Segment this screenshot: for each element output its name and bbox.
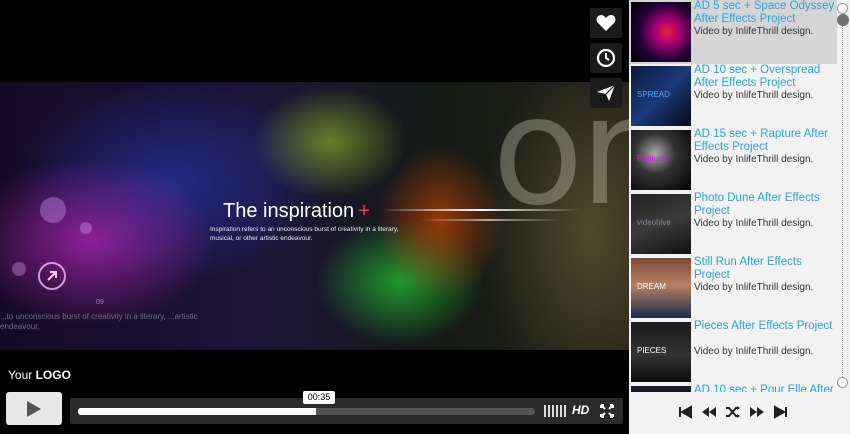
bokeh-light	[12, 262, 26, 276]
video-body-text: Inspiration refers to an unconscious bur…	[210, 226, 399, 242]
control-bar: HD	[70, 398, 623, 424]
logo-prefix: Your	[8, 368, 33, 382]
playlist-item[interactable]: AD 10 sec + Pour Elle After Effects Proj…	[629, 384, 837, 392]
playlist-items: AD 5 sec + Space Odyssey After Effects P…	[629, 0, 837, 392]
playlist-thumbnail[interactable]: PIECES	[631, 322, 691, 382]
thumbnail-label: DREAM	[637, 282, 666, 291]
playlist-item-author: Video by InlifeThrill design.	[694, 346, 814, 357]
playlist-item-author: Video by InlifeThrill design.	[694, 282, 814, 293]
logo-bold: LOGO	[35, 368, 71, 382]
slide-number: 09	[96, 299, 104, 306]
thumbnail-label: SPREAD	[637, 90, 670, 99]
send-icon	[597, 84, 616, 101]
volume-bar	[544, 405, 546, 417]
video-frame[interactable]: on 09 ...to unconscious burst of creativ…	[0, 82, 629, 350]
shuffle-icon[interactable]	[725, 404, 741, 420]
thumbnail-label: videohive	[637, 218, 671, 227]
playlist-item-author: Video by InlifeThrill design.	[694, 218, 814, 229]
play-icon	[27, 400, 41, 417]
playlist-thumbnail[interactable]: Rapture.	[631, 130, 691, 190]
bokeh-light	[80, 222, 92, 234]
playlist-item[interactable]: DREAM Still Run After Effects Project Vide…	[629, 256, 837, 320]
progress-bar[interactable]	[78, 408, 535, 415]
playlist-thumbnail[interactable]	[631, 2, 691, 62]
playlist: AD 5 sec + Space Odyssey After Effects P…	[629, 0, 850, 434]
title-accent: +	[358, 200, 370, 222]
video-player[interactable]: on 09 ...to unconscious burst of creativ…	[0, 0, 629, 434]
bokeh-light	[40, 197, 66, 223]
playlist-item-author: Video by InlifeThrill design.	[694, 26, 814, 37]
thumbnail-label: PIECES	[637, 346, 667, 355]
volume-control[interactable]	[544, 405, 566, 417]
clock-icon	[596, 48, 616, 68]
playlist-item-author: Video by InlifeThrill design.	[694, 154, 814, 165]
play-button[interactable]	[6, 392, 62, 425]
playlist-item-title[interactable]: Pieces After Effects Project	[694, 320, 837, 333]
playlist-item-title[interactable]: AD 15 sec + Rapture After Effects Projec…	[694, 128, 837, 153]
playlist-scrollbar[interactable]	[835, 0, 850, 392]
volume-bar	[564, 405, 566, 417]
video-title-text: The inspiration	[223, 200, 355, 222]
playlist-item-title[interactable]: AD 10 sec + Overspread After Effects Pro…	[694, 64, 837, 89]
scroll-down-button[interactable]	[837, 377, 848, 388]
volume-bar	[556, 405, 558, 417]
rewind-icon[interactable]	[701, 404, 717, 420]
playlist-item[interactable]: SPREAD AD 10 sec + Overspread After Effec…	[629, 64, 837, 128]
volume-bar	[548, 405, 550, 417]
scroll-track[interactable]	[842, 17, 843, 377]
thumbnail-label: Rapture.	[637, 154, 668, 163]
playlist-item-author: Video by InlifeThrill design.	[694, 90, 814, 101]
playlist-item-title[interactable]: AD 5 sec + Space Odyssey After Effects P…	[694, 0, 837, 25]
watch-later-button[interactable]	[590, 43, 622, 73]
next-track-icon[interactable]	[773, 404, 789, 420]
scroll-thumb[interactable]	[837, 14, 849, 26]
hd-toggle[interactable]: HD	[572, 403, 589, 417]
playlist-item-title[interactable]: Still Run After Effects Project	[694, 256, 837, 281]
arrow-badge-icon	[38, 262, 66, 290]
volume-bar	[560, 405, 562, 417]
heart-icon	[596, 15, 616, 31]
like-button[interactable]	[590, 8, 622, 38]
playlist-item[interactable]: videohive Photo Dune After Effects Projec…	[629, 192, 837, 256]
playlist-thumbnail[interactable]	[631, 386, 691, 392]
progress-fill	[78, 408, 316, 415]
playlist-thumbnail[interactable]: videohive	[631, 194, 691, 254]
previous-track-icon[interactable]	[677, 404, 693, 420]
scroll-up-button[interactable]	[837, 3, 848, 14]
playlist-thumbnail[interactable]: DREAM	[631, 258, 691, 318]
share-button[interactable]	[590, 78, 622, 108]
video-title: The inspiration +	[223, 200, 370, 223]
background-letters: on	[492, 82, 629, 239]
playlist-item-title[interactable]: AD 10 sec + Pour Elle After Effects Proj…	[694, 384, 837, 392]
playlist-item[interactable]: Rapture. AD 15 sec + Rapture After Effect…	[629, 128, 837, 192]
time-tooltip: 00:35	[303, 391, 335, 404]
fullscreen-icon	[600, 404, 614, 418]
playlist-thumbnail[interactable]: SPREAD	[631, 66, 691, 126]
volume-bar	[552, 405, 554, 417]
echo-text: ...to unconscious burst of creativity in…	[0, 312, 198, 331]
fast-forward-icon[interactable]	[749, 404, 765, 420]
playlist-controls	[629, 400, 837, 424]
playlist-item[interactable]: PIECES Pieces After Effects Project Video …	[629, 320, 837, 384]
fullscreen-button[interactable]	[600, 404, 614, 418]
playlist-item[interactable]: AD 5 sec + Space Odyssey After Effects P…	[629, 0, 837, 64]
logo: Your LOGO	[8, 368, 71, 382]
playlist-item-title[interactable]: Photo Dune After Effects Project	[694, 192, 837, 217]
